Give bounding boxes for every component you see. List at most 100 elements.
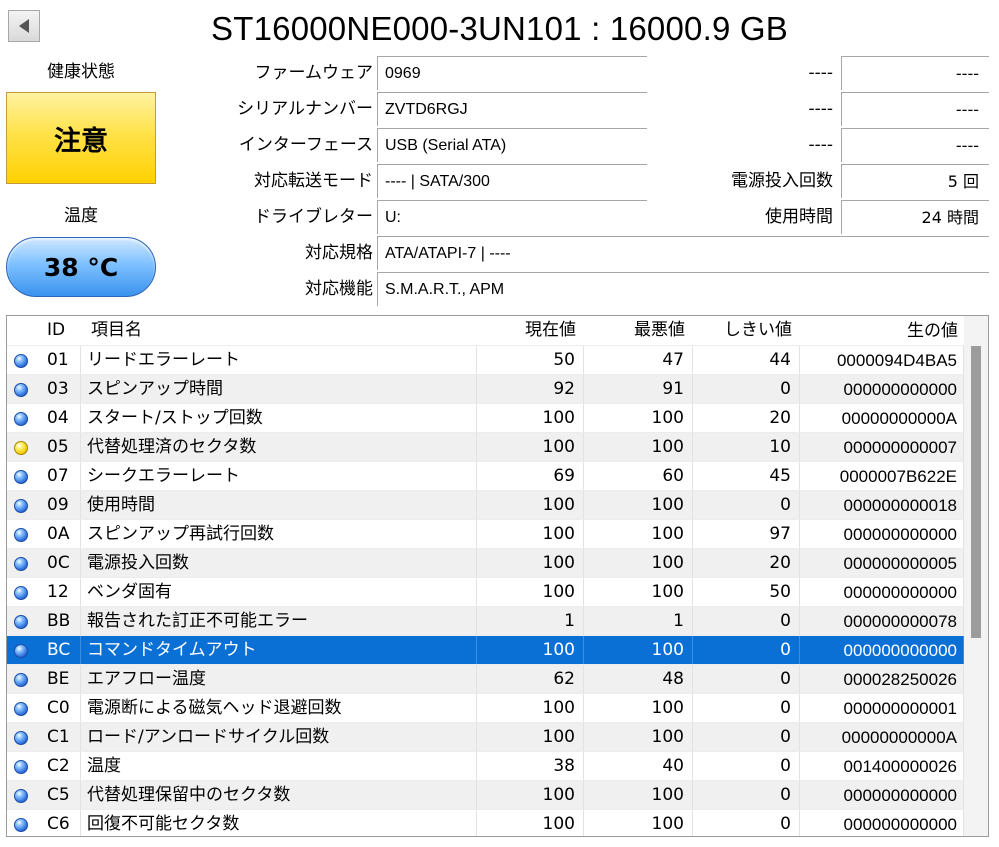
row-worst: 1 — [584, 607, 693, 636]
row-worst: 100 — [584, 433, 693, 462]
status-dot-icon — [14, 557, 28, 571]
row-name: ベンダ固有 — [81, 578, 477, 607]
row-worst: 100 — [584, 491, 693, 520]
status-dot-icon — [14, 528, 28, 542]
table-row[interactable]: BB 報告された訂正不可能エラー 1 1 0 000000000078 — [7, 606, 964, 636]
row-status — [7, 694, 37, 723]
row-id: 07 — [37, 462, 81, 491]
row-current: 100 — [477, 491, 584, 520]
table-row[interactable]: C6 回復不可能セクタ数 100 100 0 000000000000 — [7, 809, 964, 836]
table-row[interactable]: C2 温度 38 40 0 001400000026 — [7, 751, 964, 781]
power-on-hours-label: 使用時間 — [765, 207, 833, 227]
transfer-mode-value: ---- | SATA/300 — [377, 164, 647, 198]
table-row[interactable]: BE エアフロー温度 62 48 0 000028250026 — [7, 664, 964, 694]
header-id[interactable]: ID — [37, 316, 81, 345]
row-name: 代替処理済のセクタ数 — [81, 433, 477, 462]
power-on-hours-value: 24 時間 — [841, 200, 989, 234]
status-dot-icon — [14, 354, 28, 368]
row-name: スピンアップ再試行回数 — [81, 520, 477, 549]
row-id: BB — [37, 607, 81, 636]
table-row[interactable]: C5 代替処理保留中のセクタ数 100 100 0 000000000000 — [7, 780, 964, 810]
row-raw: 000000000000 — [800, 810, 964, 836]
power-on-count-value: 5 回 — [841, 164, 989, 198]
row-current: 69 — [477, 462, 584, 491]
row-raw: 000000000000 — [800, 375, 964, 404]
drive-letter-value: U: — [377, 200, 647, 234]
row-id: 03 — [37, 375, 81, 404]
row-raw: 000000000000 — [800, 636, 964, 665]
table-row[interactable]: 12 ベンダ固有 100 100 50 000000000000 — [7, 577, 964, 607]
row-name: 報告された訂正不可能エラー — [81, 607, 477, 636]
drive-letter-label: ドライブレター — [254, 207, 373, 227]
table-row[interactable]: 04 スタート/ストップ回数 100 100 20 00000000000A — [7, 403, 964, 433]
header-current[interactable]: 現在値 — [477, 316, 584, 345]
row-threshold: 97 — [693, 520, 800, 549]
row-raw: 0000094D4BA5 — [800, 346, 964, 375]
table-row[interactable]: 01 リードエラーレート 50 47 44 0000094D4BA5 — [7, 345, 964, 375]
interface-value: USB (Serial ATA) — [377, 128, 647, 162]
right-info-label-1: ---- — [808, 63, 833, 83]
table-header: ID 項目名 現在値 最悪値 しきい値 生の値 — [7, 316, 964, 345]
row-threshold: 0 — [693, 781, 800, 810]
row-status — [7, 491, 37, 520]
row-current: 100 — [477, 404, 584, 433]
header-raw[interactable]: 生の値 — [800, 316, 964, 345]
vertical-scrollbar[interactable] — [964, 316, 988, 836]
row-name: シークエラーレート — [81, 462, 477, 491]
power-on-count-label: 電源投入回数 — [731, 171, 833, 191]
row-worst: 100 — [584, 578, 693, 607]
status-dot-icon — [14, 441, 28, 455]
smart-attributes-table[interactable]: ID 項目名 現在値 最悪値 しきい値 生の値 01 リードエラーレート 50 47 4… — [6, 315, 989, 837]
status-dot-icon — [14, 644, 28, 658]
row-name: 回復不可能セクタ数 — [81, 810, 477, 836]
table-row[interactable]: 03 スピンアップ時間 92 91 0 000000000000 — [7, 374, 964, 404]
row-status — [7, 346, 37, 375]
row-threshold: 20 — [693, 404, 800, 433]
row-id: 01 — [37, 346, 81, 375]
row-worst: 47 — [584, 346, 693, 375]
temperature-badge[interactable]: 38 °C — [6, 237, 156, 297]
row-threshold: 0 — [693, 665, 800, 694]
row-raw: 000000000018 — [800, 491, 964, 520]
table-row[interactable]: BC コマンドタイムアウト 100 100 0 000000000000 — [7, 635, 964, 665]
row-current: 100 — [477, 578, 584, 607]
table-row[interactable]: 07 シークエラーレート 69 60 45 0000007B622E — [7, 461, 964, 491]
row-current: 100 — [477, 549, 584, 578]
row-current: 100 — [477, 810, 584, 836]
row-status — [7, 549, 37, 578]
table-row[interactable]: 0A スピンアップ再試行回数 100 100 97 000000000000 — [7, 519, 964, 549]
row-raw: 000000000000 — [800, 520, 964, 549]
header-name[interactable]: 項目名 — [81, 316, 477, 345]
row-status — [7, 520, 37, 549]
row-threshold: 0 — [693, 694, 800, 723]
table-row[interactable]: 0C 電源投入回数 100 100 20 000000000005 — [7, 548, 964, 578]
row-name: ロード/アンロードサイクル回数 — [81, 723, 477, 752]
row-raw: 0000007B622E — [800, 462, 964, 491]
header-worst[interactable]: 最悪値 — [584, 316, 693, 345]
row-status — [7, 723, 37, 752]
row-current: 62 — [477, 665, 584, 694]
table-row[interactable]: 05 代替処理済のセクタ数 100 100 10 000000000007 — [7, 432, 964, 462]
scrollbar-thumb[interactable] — [971, 346, 981, 638]
row-worst: 100 — [584, 694, 693, 723]
table-row[interactable]: 09 使用時間 100 100 0 000000000018 — [7, 490, 964, 520]
row-name: 電源投入回数 — [81, 549, 477, 578]
row-name: リードエラーレート — [81, 346, 477, 375]
table-row[interactable]: C1 ロード/アンロードサイクル回数 100 100 0 00000000000A — [7, 722, 964, 752]
row-name: 使用時間 — [81, 491, 477, 520]
status-dot-icon — [14, 789, 28, 803]
status-dot-icon — [14, 818, 28, 832]
row-status — [7, 665, 37, 694]
row-current: 1 — [477, 607, 584, 636]
header-threshold[interactable]: しきい値 — [693, 316, 800, 345]
row-id: 12 — [37, 578, 81, 607]
health-status-badge[interactable]: 注意 — [6, 92, 156, 184]
row-status — [7, 578, 37, 607]
row-status — [7, 607, 37, 636]
row-worst: 100 — [584, 723, 693, 752]
row-id: C1 — [37, 723, 81, 752]
row-worst: 40 — [584, 752, 693, 781]
row-current: 100 — [477, 520, 584, 549]
table-row[interactable]: C0 電源断による磁気ヘッド退避回数 100 100 0 000000000001 — [7, 693, 964, 723]
status-dot-icon — [14, 412, 28, 426]
